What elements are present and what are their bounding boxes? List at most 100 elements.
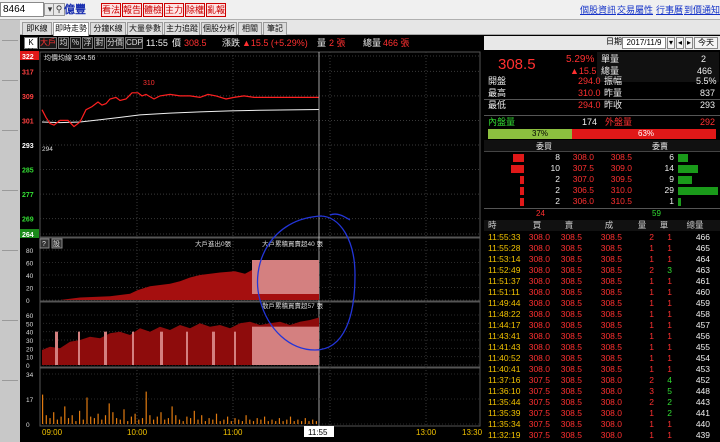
trade-row[interactable]: 11:44:17 308.0 308.5 308.5 1 1 457 (484, 320, 716, 331)
tab-volume-params[interactable]: 大量參數 (127, 22, 163, 35)
trade-row[interactable]: 11:35:39 307.5 308.5 308.0 1 2 441 (484, 408, 716, 419)
big-holder-tick: 20 (26, 286, 34, 293)
volume-bar (260, 419, 262, 424)
trade-row[interactable]: 11:53:14 308.0 308.5 308.5 1 1 464 (484, 254, 716, 265)
link-price-alert[interactable]: 到價通知 (684, 4, 720, 16)
trade-header-cell: 時 (488, 220, 497, 230)
volume-bar (149, 415, 151, 424)
next-day-icon[interactable]: ▸ (685, 37, 693, 49)
view-button[interactable]: 看法 (101, 3, 121, 17)
inner-outer-ratio-bar: 37% 63% (488, 129, 716, 139)
trade-row[interactable]: 11:43:41 308.0 308.5 308.5 1 1 456 (484, 331, 716, 342)
intraday-chart[interactable]: 322317309301293285277269264 均價均線 304.56 … (20, 50, 482, 442)
trade-row[interactable]: 11:35:34 307.5 308.5 308.0 1 1 440 (484, 419, 716, 430)
float-toggle[interactable]: 浮 (82, 37, 93, 49)
major-force-button[interactable]: 主力 (164, 3, 184, 17)
volume-bar (264, 416, 266, 424)
depth-row[interactable]: 2 306.0 310.5 1 (484, 196, 720, 207)
trade-row[interactable]: 11:55:28 308.0 308.5 308.5 1 1 465 (484, 243, 716, 254)
date-picker[interactable]: 2017/11/9 (622, 37, 666, 49)
bid-qty: 10 (550, 163, 560, 173)
price-dist-toggle[interactable]: 分價 (106, 37, 124, 49)
volume-bar (104, 415, 107, 424)
trade-row[interactable]: 11:35:44 307.5 308.5 308.0 2 2 443 (484, 397, 716, 408)
ma-label: 均價均線 304.56 (44, 53, 95, 62)
high-label: 最高 (488, 88, 507, 98)
today-button[interactable]: 今天 (694, 37, 718, 49)
trade-row[interactable]: 11:32:19 307.5 308.5 308.0 1 1 439 (484, 430, 716, 441)
depth-row[interactable]: 2 307.0 309.5 9 (484, 174, 720, 185)
tab-notes[interactable]: 筆記 (263, 22, 287, 35)
avg-toggle[interactable]: 均 (58, 37, 69, 49)
trade-cell: 3 (649, 386, 654, 396)
time-tick-label: 11:00 (223, 428, 243, 437)
trade-list[interactable]: 11:55:33 308.0 308.5 308.5 2 1 466 11:55:28 308.… (484, 232, 720, 442)
bid-volume-bar (513, 154, 524, 162)
symbol-input[interactable]: 8464 (0, 2, 44, 17)
price-tick-label: 309 (22, 94, 34, 101)
trade-row[interactable]: 11:49:44 308.0 308.5 308.5 1 1 459 (484, 298, 716, 309)
trade-cell: 11:40:41 (488, 364, 521, 374)
trade-cell: 308.0 (528, 309, 550, 319)
volume-bar (278, 418, 280, 424)
retail-stripe (132, 331, 134, 365)
ask-header: 委賣 (652, 142, 668, 151)
trade-cell: 308.5 (600, 342, 622, 352)
trade-cell: 1 (667, 276, 672, 286)
tab-minute-kline[interactable]: 分鐘K線 (90, 22, 126, 35)
volume-bar (204, 421, 206, 424)
trade-cell: 1 (667, 298, 672, 308)
trade-row[interactable]: 11:51:37 308.0 308.5 308.5 1 1 461 (484, 276, 716, 287)
cdp-toggle[interactable]: CDP (125, 37, 143, 49)
tab-related[interactable]: 相關 (238, 22, 262, 35)
trade-row[interactable]: 11:48:22 308.0 308.5 308.5 1 1 458 (484, 309, 716, 320)
trade-cell: 11:43:41 (488, 331, 521, 341)
trade-cell: 1 (667, 287, 672, 297)
ask-volume-bar (678, 187, 718, 195)
big-holder-toggle[interactable]: 大戶 (39, 37, 57, 49)
trade-cell: 308.5 (560, 320, 582, 330)
trade-row[interactable]: 11:41:43 308.0 308.5 308.5 1 1 455 (484, 342, 716, 353)
tab-realtime[interactable]: 即時走勢 (53, 22, 89, 36)
trade-row[interactable]: 11:52:49 308.0 308.5 308.5 2 3 463 (484, 265, 716, 276)
ask-price: 308.5 (610, 152, 632, 162)
compare-toggle[interactable]: 對 (94, 37, 105, 49)
date-bar: 日期: 2017/11/9 ▾ ◂ ▸ 今天 (484, 36, 720, 50)
trade-row[interactable]: 11:36:10 307.5 308.5 308.0 3 5 448 (484, 386, 716, 397)
cursor-time-label: 11:55 (308, 428, 328, 437)
random-report-button[interactable]: 亂報 (206, 3, 226, 17)
kline-toggle[interactable]: K線 (24, 37, 38, 57)
trade-row[interactable]: 11:40:52 308.0 308.5 308.5 1 1 454 (484, 353, 716, 364)
percent-toggle[interactable]: ％ (70, 37, 81, 49)
left-scroll-strip[interactable] (0, 20, 20, 442)
trade-cell: 11:48:22 (488, 309, 521, 319)
trade-row[interactable]: 11:37:16 307.5 308.5 308.0 2 4 452 (484, 375, 716, 386)
checkup-button[interactable]: 體檢 (143, 3, 163, 17)
help-icon[interactable]: ? (42, 241, 46, 248)
trade-cell: 11:35:34 (488, 419, 521, 429)
report-button[interactable]: 報告 (122, 3, 142, 17)
volume-bar (249, 419, 251, 424)
trade-row[interactable]: 11:55:33 308.0 308.5 308.5 2 1 466 (484, 232, 716, 243)
link-trade-attr[interactable]: 交易屬性 (617, 4, 653, 16)
trade-cell: 1 (667, 243, 672, 253)
link-stock-info[interactable]: 個股資訊 (580, 4, 616, 16)
depth-row[interactable]: 2 306.5 310.0 29 (484, 185, 720, 196)
trade-cell: 2 (649, 397, 654, 407)
depth-row[interactable]: 10 307.5 309.0 14 (484, 163, 720, 174)
tab-major-tracking[interactable]: 主力追蹤 (164, 22, 200, 35)
tab-stock-analysis[interactable]: 個股分析 (201, 22, 237, 35)
trade-row[interactable]: 11:40:41 308.0 308.5 308.5 1 1 453 (484, 364, 716, 375)
date-dropdown-icon[interactable]: ▾ (667, 37, 675, 49)
tab-kline[interactable]: 即K線 (22, 22, 52, 35)
ex-rights-button[interactable]: 除權 (185, 3, 205, 17)
trade-row[interactable]: 11:51:11 308.0 308.5 308.5 1 1 460 (484, 287, 716, 298)
trade-cell: 1 (667, 342, 672, 352)
link-calendar[interactable]: 行事曆 (656, 4, 683, 16)
volume-bars (42, 391, 317, 424)
depth-row[interactable]: 8 308.0 308.5 6 (484, 152, 720, 163)
volume-bar (312, 419, 314, 424)
trade-cell: 308.0 (528, 243, 550, 253)
settings-icon[interactable]: 設 (53, 239, 60, 248)
prev-day-icon[interactable]: ◂ (676, 37, 684, 49)
